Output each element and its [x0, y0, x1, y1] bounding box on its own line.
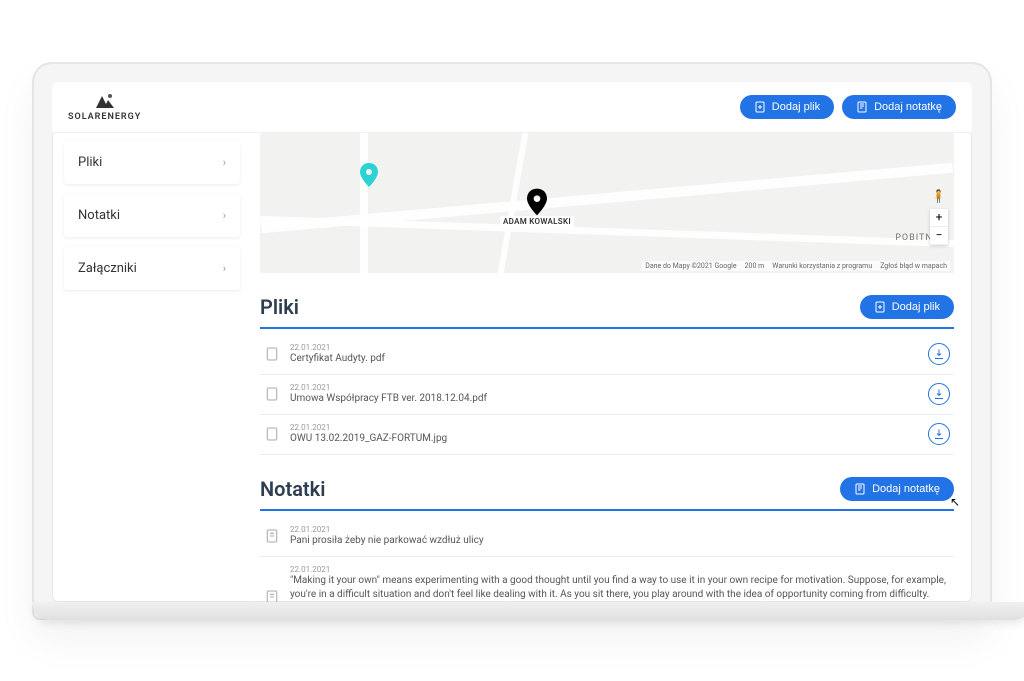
sidebar-item-label: Pliki	[78, 155, 102, 170]
file-icon	[264, 346, 280, 362]
file-row-body: 22.01.2021 Certyfikat Audyty. pdf	[290, 343, 918, 366]
add-note-button-label: Dodaj notatkę	[874, 101, 942, 113]
map-road	[360, 133, 368, 273]
header-action-buttons: Dodaj plik Dodaj notatkę	[740, 95, 956, 119]
notes-section-header: Notatki Dodaj notatkę	[260, 477, 954, 501]
note-row-body: 22.01.2021 Pani prosiła żeby nie parkowa…	[290, 525, 950, 548]
app-header: SOLARENERGY Dodaj plik Dodaj notatkę	[52, 82, 972, 133]
note-row: 22.01.2021 "Making it your own" means ex…	[260, 557, 954, 602]
brand-name: SOLARENERGY	[68, 112, 141, 122]
add-note-button-header[interactable]: Dodaj notatkę	[842, 95, 956, 119]
map-zoom-controls: + −	[930, 209, 948, 245]
download-icon	[933, 388, 945, 400]
map-credits: Dane do Mapy ©2021 Google 200 m Warunki …	[642, 261, 950, 271]
note-icon	[264, 528, 280, 544]
note-text: "Making it your own" means experimenting…	[290, 574, 950, 602]
map-pegman-icon[interactable]: 🧍	[931, 189, 946, 203]
map-marker-secondary[interactable]	[360, 163, 378, 191]
sidebar-item-label: Notatki	[78, 208, 120, 223]
file-date: 22.01.2021	[290, 423, 918, 432]
pin-icon	[360, 163, 378, 187]
section-divider	[260, 327, 954, 329]
add-file-button-section[interactable]: Dodaj plik	[860, 295, 954, 319]
file-plus-icon	[754, 101, 766, 113]
file-icon	[264, 386, 280, 402]
files-section-header: Pliki Dodaj plik	[260, 295, 954, 319]
laptop-mockup-frame: SOLARENERGY Dodaj plik Dodaj notatkę Pli…	[32, 62, 992, 620]
laptop-base	[32, 602, 1024, 620]
file-name: Umowa Współpracy FTB ver. 2018.12.04.pdf	[290, 392, 918, 406]
sidebar-item-notatki[interactable]: Notatki ›	[64, 194, 240, 237]
chevron-right-icon: ›	[223, 262, 226, 275]
download-icon	[933, 348, 945, 360]
add-note-button-label: Dodaj notatkę	[872, 483, 940, 495]
notes-section: Notatki Dodaj notatkę ↖ 22.01.2021 Pani …	[260, 477, 954, 602]
chevron-right-icon: ›	[223, 156, 226, 169]
pin-icon	[527, 188, 547, 216]
note-date: 22.01.2021	[290, 565, 950, 574]
download-button[interactable]	[928, 423, 950, 445]
solar-logo-icon	[94, 92, 116, 110]
download-button[interactable]	[928, 383, 950, 405]
note-text: Pani prosiła żeby nie parkować wzdłuż ul…	[290, 534, 950, 548]
chevron-right-icon: ›	[223, 209, 226, 222]
sidebar-item-zalaczniki[interactable]: Załączniki ›	[64, 247, 240, 290]
map-marker-primary[interactable]: ADAM KOWALSKI	[500, 188, 574, 227]
add-file-button-header[interactable]: Dodaj plik	[740, 95, 834, 119]
map-marker-label: ADAM KOWALSKI	[500, 216, 574, 227]
download-button[interactable]	[928, 343, 950, 365]
note-row: 22.01.2021 Pani prosiła żeby nie parkowa…	[260, 517, 954, 557]
main-content: ADAM KOWALSKI POBITNO 🧍 + − Dane do Mapy…	[252, 133, 972, 602]
add-file-button-label: Dodaj plik	[772, 101, 820, 113]
sidebar: Pliki › Notatki › Załączniki ›	[52, 133, 252, 602]
note-date: 22.01.2021	[290, 525, 950, 534]
file-name: Certyfikat Audyty. pdf	[290, 352, 918, 366]
file-plus-icon	[874, 301, 886, 313]
file-date: 22.01.2021	[290, 383, 918, 392]
map-panel[interactable]: ADAM KOWALSKI POBITNO 🧍 + − Dane do Mapy…	[260, 133, 954, 273]
note-plus-icon	[856, 101, 868, 113]
file-row: 22.01.2021 Certyfikat Audyty. pdf	[260, 335, 954, 375]
section-divider	[260, 509, 954, 511]
note-icon	[264, 589, 280, 602]
app-screen: SOLARENERGY Dodaj plik Dodaj notatkę Pli…	[52, 82, 972, 602]
files-section-title: Pliki	[260, 295, 299, 319]
add-note-button-section[interactable]: Dodaj notatkę	[840, 477, 954, 501]
sidebar-item-label: Załączniki	[78, 261, 137, 276]
app-body: Pliki › Notatki › Załączniki ›	[52, 133, 972, 602]
file-name: OWU 13.02.2019_GAZ-FORTUM.jpg	[290, 432, 918, 446]
file-row-body: 22.01.2021 Umowa Współpracy FTB ver. 201…	[290, 383, 918, 406]
sidebar-item-pliki[interactable]: Pliki ›	[64, 141, 240, 184]
map-zoom-in[interactable]: +	[930, 209, 948, 227]
map-credits-report[interactable]: Zgłoś błąd w mapach	[880, 262, 947, 270]
files-section: Pliki Dodaj plik 22.01.2021 Certyfikat A…	[260, 295, 954, 455]
file-date: 22.01.2021	[290, 343, 918, 352]
file-icon	[264, 426, 280, 442]
add-file-button-label: Dodaj plik	[892, 301, 940, 313]
map-zoom-out[interactable]: −	[930, 227, 948, 245]
note-plus-icon	[854, 483, 866, 495]
file-row: 22.01.2021 OWU 13.02.2019_GAZ-FORTUM.jpg	[260, 415, 954, 455]
map-credits-scale: 200 m	[745, 262, 765, 270]
brand-logo: SOLARENERGY	[68, 92, 141, 122]
download-icon	[933, 428, 945, 440]
file-row-body: 22.01.2021 OWU 13.02.2019_GAZ-FORTUM.jpg	[290, 423, 918, 446]
file-row: 22.01.2021 Umowa Współpracy FTB ver. 201…	[260, 375, 954, 415]
notes-section-title: Notatki	[260, 477, 325, 501]
map-credits-data: Dane do Mapy ©2021 Google	[645, 262, 736, 270]
note-row-body: 22.01.2021 "Making it your own" means ex…	[290, 565, 950, 602]
map-credits-terms[interactable]: Warunki korzystania z programu	[772, 262, 872, 270]
